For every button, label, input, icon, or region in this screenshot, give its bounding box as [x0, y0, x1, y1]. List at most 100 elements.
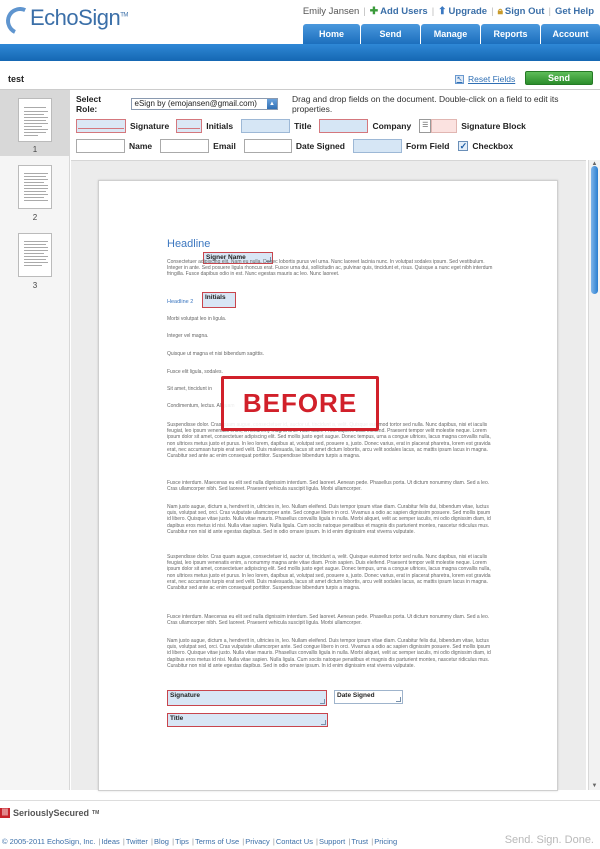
date-signed-field-tool[interactable] — [243, 139, 292, 153]
tab-send[interactable]: Send — [361, 24, 420, 44]
doc-line: Fusce elit ligula, sodales. — [167, 369, 223, 375]
footer-divider — [0, 800, 600, 801]
instructions-text: Drag and drop fields on the document. Do… — [292, 94, 559, 114]
page-thumbnail-2[interactable]: 2 — [0, 156, 70, 224]
tab-account[interactable]: Account — [541, 24, 600, 44]
field-label: Initials — [206, 121, 234, 131]
form-field-tool[interactable] — [352, 139, 402, 153]
page-thumbnail-image — [18, 98, 52, 142]
document-scrollbar[interactable]: ▲ ▼ — [588, 160, 600, 790]
main-nav: Home Send Manage Reports Account — [302, 24, 600, 44]
nav-underbar — [0, 44, 600, 61]
footer-link-tips[interactable]: Tips — [175, 837, 189, 846]
page-number: 2 — [32, 213, 38, 222]
user-name: Emily Jansen — [302, 6, 360, 17]
field-palette-row-2: Name Email Date Signed Form Field ✓ Chec… — [76, 139, 513, 153]
footer-link-privacy[interactable]: Privacy — [245, 837, 270, 846]
field-label: Signature Block — [461, 121, 526, 131]
dropdown-arrow-icon: ▲ — [267, 99, 278, 109]
doc-paragraph: Consectetuer adipiscing elit. Nam eu nul… — [167, 259, 493, 278]
doc-paragraph: Fusce interdum. Maecenas eu elit sed nul… — [167, 480, 490, 493]
doc-paragraph: Fusce interdum. Maecenas eu elit sed nul… — [167, 614, 490, 627]
page-thumbnail-3[interactable]: 3 — [0, 224, 70, 292]
add-users-link[interactable]: ✚ Add Users — [370, 6, 428, 17]
tab-manage[interactable]: Manage — [421, 24, 480, 44]
footer-link-contact[interactable]: Contact Us — [276, 837, 313, 846]
name-field-tool[interactable] — [76, 139, 125, 153]
role-label: Select Role: — [76, 94, 102, 114]
doc-paragraph: Nam justo augue, dictum a, hendrerit in,… — [167, 504, 491, 535]
scroll-thumb[interactable] — [591, 166, 598, 294]
checkbox-field-tool[interactable]: ✓ — [458, 141, 469, 151]
field-label: Email — [213, 141, 236, 151]
page-thumbnail-image — [18, 233, 52, 277]
reset-icon: ↖ — [455, 74, 464, 84]
doc-line: Sit amet, tincidunt in — [167, 386, 213, 392]
resize-handle-icon — [396, 697, 401, 702]
footer-link-pricing[interactable]: Pricing — [374, 837, 397, 846]
scroll-down-icon[interactable]: ▼ — [590, 782, 599, 790]
doc-line: Quisque ut magna et nisi bibendum sagitt… — [167, 351, 264, 357]
title-field[interactable]: Title — [167, 713, 328, 727]
field-label: Date Signed — [295, 141, 345, 151]
send-button[interactable]: Send — [525, 71, 593, 85]
doc-subheading: Headline 2 — [167, 299, 194, 305]
doc-line: Integer vel magna. — [167, 333, 209, 339]
resize-handle-icon — [320, 699, 325, 704]
field-label: Name — [129, 141, 153, 151]
doc-paragraph: Nam justo augue, dictum a, hendrerit in,… — [167, 638, 491, 669]
page-number: 1 — [32, 145, 38, 154]
page-thumbnail-1[interactable]: 1 — [0, 90, 70, 156]
field-label: Title — [294, 121, 312, 131]
signature-block-tool[interactable] — [431, 119, 458, 133]
user-links: Emily Jansen | ✚ Add Users | ⬆ Upgrade | 🔒… — [302, 6, 594, 17]
email-field-tool[interactable] — [160, 139, 210, 153]
initials-field-tool[interactable] — [176, 119, 203, 133]
role-selector-row: Select Role: eSign by (emojansen@gmail.c… — [76, 94, 600, 114]
document-titlebar: test ↖ Reset Fields — [0, 67, 600, 90]
copyright-text: © 2005-2011 EchoSign, Inc. — [2, 837, 96, 846]
tab-home[interactable]: Home — [303, 24, 360, 44]
sign-out-link[interactable]: 🔒︎ Sign Out — [498, 6, 545, 17]
footer-links: © 2005-2011 EchoSign, Inc. |Ideas |Twitt… — [2, 837, 398, 846]
get-help-link[interactable]: Get Help — [555, 6, 594, 17]
plus-icon: ✚ — [369, 6, 379, 17]
title-field-tool[interactable] — [241, 119, 291, 133]
document-title: test — [8, 74, 25, 84]
upgrade-link[interactable]: ⬆ Upgrade — [438, 6, 487, 17]
seriously-secured-badge[interactable]: ||| SeriouslySecured TM — [0, 808, 99, 818]
footer-link-trust[interactable]: Trust — [351, 837, 368, 846]
initials-field[interactable]: Initials — [202, 292, 236, 308]
tagline: Send. Sign. Done. — [504, 834, 594, 846]
reset-fields-link[interactable]: ↖ Reset Fields — [455, 74, 515, 84]
echosign-logo[interactable]: EchoSignTM — [2, 3, 128, 39]
app-header: EchoSignTM Emily Jansen | ✚ Add Users | ⬆… — [0, 0, 600, 44]
company-field-tool[interactable] — [319, 119, 369, 133]
footer-link-twitter[interactable]: Twitter — [126, 837, 148, 846]
footer-link-ideas[interactable]: Ideas — [101, 837, 119, 846]
field-palette-row-1: Signature Initials Title Company ☰ Signa… — [76, 119, 526, 133]
footer-link-terms[interactable]: Terms of Use — [195, 837, 239, 846]
page-thumbnails-sidebar: 1 2 3 — [0, 90, 70, 790]
resize-handle-icon — [321, 720, 326, 725]
tab-reports[interactable]: Reports — [481, 24, 540, 44]
role-select[interactable]: eSign by (emojansen@gmail.com) ▲ — [130, 98, 279, 110]
date-signed-field[interactable]: Date Signed — [334, 690, 403, 704]
document-page[interactable]: Headline Signer Name Consectetuer adipis… — [98, 180, 558, 791]
upgrade-arrow-icon: ⬆ — [438, 6, 447, 17]
page-number: 3 — [32, 281, 38, 290]
footer-link-blog[interactable]: Blog — [154, 837, 169, 846]
footer-link-support[interactable]: Support — [319, 837, 345, 846]
doc-headline: Headline — [167, 238, 211, 250]
before-stamp: BEFORE — [221, 376, 379, 431]
field-label: Company — [372, 121, 412, 131]
signature-field[interactable]: Signature — [167, 690, 327, 706]
doc-paragraph: Suspendisse dolor. Cras quam augue, cons… — [167, 554, 491, 592]
signature-block-icon[interactable]: ☰ — [419, 119, 432, 133]
page-thumbnail-image — [18, 165, 52, 209]
lock-icon: 🔒︎ — [497, 6, 503, 17]
shield-icon: ||| — [0, 808, 10, 818]
document-canvas[interactable]: Headline Signer Name Consectetuer adipis… — [71, 160, 586, 791]
signature-field-tool[interactable] — [76, 119, 126, 133]
doc-line: Morbi volutpat leo in ligula. — [167, 316, 227, 322]
